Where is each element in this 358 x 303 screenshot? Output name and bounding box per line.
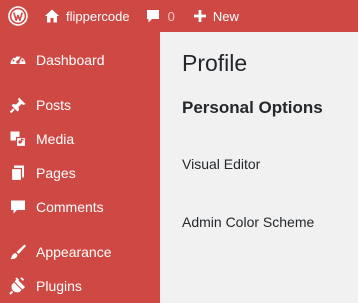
- menu-item-pages[interactable]: Pages: [0, 156, 160, 190]
- home-icon: [44, 8, 60, 24]
- menu-item-label: Comments: [36, 199, 104, 215]
- menu-item-label: Plugins: [36, 278, 82, 294]
- plug-icon: [8, 276, 28, 296]
- menu-item-label: Appearance: [36, 244, 112, 260]
- menu-item-dashboard[interactable]: Dashboard: [0, 43, 160, 77]
- new-content-button[interactable]: New: [193, 0, 239, 32]
- menu-item-label: Pages: [36, 165, 76, 181]
- menu-item-label: Posts: [36, 97, 72, 113]
- comments-count: 0: [167, 8, 175, 24]
- comments-link[interactable]: 0: [145, 0, 175, 32]
- comment-bubble-icon: [145, 8, 161, 24]
- paintbrush-icon: [8, 242, 28, 262]
- profile-content: Profile Personal Options Visual Editor A…: [160, 32, 358, 303]
- admin-bar: flippercode 0 New: [0, 0, 358, 32]
- menu-item-media[interactable]: Media: [0, 122, 160, 156]
- new-label: New: [212, 8, 239, 24]
- plus-icon: [193, 9, 207, 23]
- menu-item-posts[interactable]: Posts: [0, 88, 160, 122]
- section-heading: Personal Options: [182, 98, 323, 117]
- page-title: Profile: [182, 50, 248, 76]
- menu-item-label: Dashboard: [36, 52, 105, 68]
- wordpress-logo-icon: [8, 6, 28, 26]
- dashboard-gauge-icon: [8, 50, 28, 70]
- site-name-link[interactable]: flippercode: [36, 0, 130, 32]
- site-name: flippercode: [66, 8, 130, 24]
- media-icon: [8, 129, 28, 149]
- pushpin-icon: [8, 95, 28, 115]
- menu-item-plugins[interactable]: Plugins: [0, 269, 160, 303]
- comment-bubble-icon: [8, 197, 28, 217]
- menu-item-label: Media: [36, 131, 75, 147]
- menu-item-appearance[interactable]: Appearance: [0, 235, 160, 269]
- admin-color-scheme-label: Admin Color Scheme: [182, 214, 315, 230]
- menu-item-comments[interactable]: Comments: [0, 190, 160, 224]
- pages-icon: [8, 163, 28, 183]
- visual-editor-label: Visual Editor: [182, 156, 261, 172]
- admin-menu: Dashboard Posts Media Pages Comments App…: [0, 32, 160, 303]
- wordpress-logo-button[interactable]: [0, 0, 36, 32]
